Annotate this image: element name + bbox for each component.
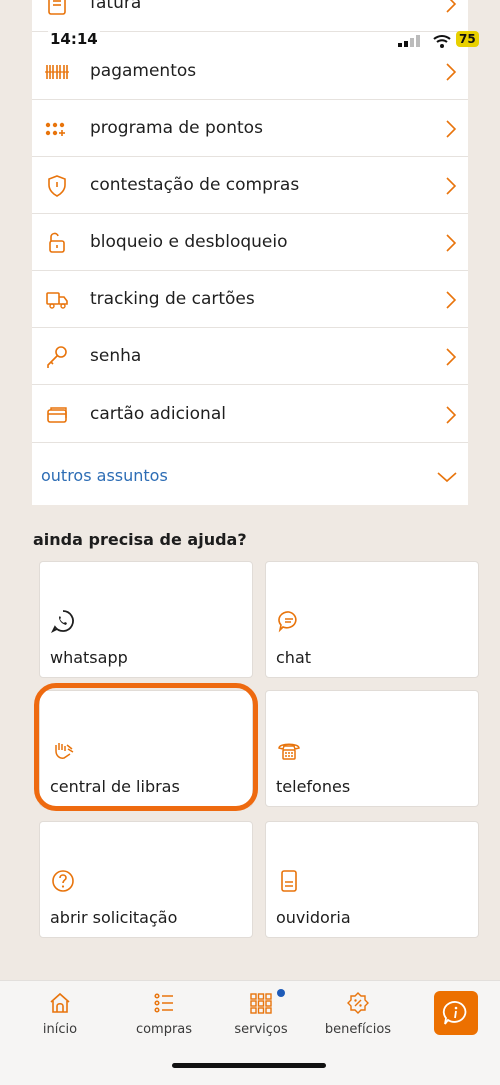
tab-servicos[interactable]: serviços (221, 981, 301, 1051)
sign-language-icon (55, 743, 74, 759)
grid-icon (250, 993, 272, 1014)
tile-label: telefones (276, 777, 351, 796)
tab-beneficios[interactable]: benefícios (318, 981, 398, 1051)
document-icon (281, 870, 297, 892)
help-topics-list: fatura pagamentos programa de pontos con… (32, 0, 468, 505)
tab-inicio[interactable]: início (20, 981, 100, 1051)
chevron-right-icon (446, 177, 457, 195)
tile-whatsapp[interactable]: whatsapp (39, 561, 253, 678)
menu-item-fatura[interactable]: fatura (32, 0, 468, 32)
menu-item-cartao-adicional[interactable]: cartão adicional (32, 386, 468, 443)
chevron-right-icon (446, 0, 457, 13)
tile-label: abrir solicitação (50, 908, 178, 927)
chevron-right-icon (446, 406, 457, 424)
menu-item-tracking-de-cartoes[interactable]: tracking de cartões (32, 271, 468, 328)
chevron-down-icon (437, 472, 457, 483)
menu-item-senha[interactable]: senha (32, 328, 468, 385)
menu-item-label: contestação de compras (90, 175, 300, 195)
chevron-right-icon (446, 63, 457, 81)
notification-dot (277, 989, 285, 997)
tile-label: whatsapp (50, 648, 128, 667)
menu-item-bloqueio-e-desbloqueio[interactable]: bloqueio e desbloqueio (32, 214, 468, 271)
tile-chat[interactable]: chat (265, 561, 479, 678)
info-chat-icon (442, 1001, 467, 1025)
unlock-icon (49, 232, 65, 253)
menu-item-label: fatura (90, 0, 142, 13)
menu-item-label: pagamentos (90, 61, 197, 81)
chat-icon (278, 611, 297, 633)
card-icon (47, 407, 67, 423)
menu-item-programa-de-pontos[interactable]: programa de pontos (32, 100, 468, 157)
points-icon (45, 122, 65, 136)
whatsapp-icon (50, 610, 74, 634)
question-icon (52, 870, 74, 892)
other-topics-label: outros assuntos (41, 466, 168, 485)
chevron-right-icon (446, 234, 457, 252)
home-icon (50, 992, 70, 1013)
menu-item-label: senha (90, 346, 142, 366)
tab-label: benefícios (324, 1022, 392, 1037)
tile-telefones[interactable]: telefones (265, 690, 479, 807)
menu-item-label: tracking de cartões (90, 289, 255, 309)
menu-item-label: programa de pontos (90, 118, 263, 138)
home-indicator (172, 1063, 326, 1068)
tile-central-de-libras[interactable]: central de libras (39, 690, 253, 807)
tab-compras[interactable]: compras (124, 981, 204, 1051)
tile-abrir-solicitacao[interactable]: abrir solicitação (39, 821, 253, 938)
phone-icon (278, 743, 300, 760)
chevron-right-icon (446, 120, 457, 138)
help-section-title: ainda precisa de ajuda? (33, 530, 247, 549)
menu-item-label: cartão adicional (90, 404, 226, 424)
barcode-icon (45, 65, 69, 79)
chevron-right-icon (446, 348, 457, 366)
menu-item-contestacao-de-compras[interactable]: contestação de compras (32, 157, 468, 214)
other-topics-toggle[interactable]: outros assuntos (32, 448, 468, 505)
shield-icon (48, 175, 66, 197)
bottom-tab-bar: início compras serviços benefícios (0, 980, 500, 1085)
tab-label: serviços (234, 1022, 288, 1037)
percent-badge-icon (347, 992, 369, 1014)
tab-label: compras (135, 1022, 193, 1037)
tile-label: central de libras (50, 777, 180, 796)
invoice-icon (48, 0, 66, 15)
tab-label: início (42, 1022, 78, 1037)
list-icon (154, 993, 173, 1013)
key-icon (47, 346, 67, 368)
chevron-right-icon (446, 291, 457, 309)
tile-ouvidoria[interactable]: ouvidoria (265, 821, 479, 938)
truck-icon (46, 292, 68, 309)
menu-item-label: bloqueio e desbloqueio (90, 232, 288, 252)
menu-item-pagamentos[interactable]: pagamentos (32, 43, 468, 100)
help-assistant-button[interactable] (434, 991, 478, 1035)
tile-label: ouvidoria (276, 908, 351, 927)
tile-label: chat (276, 648, 312, 667)
